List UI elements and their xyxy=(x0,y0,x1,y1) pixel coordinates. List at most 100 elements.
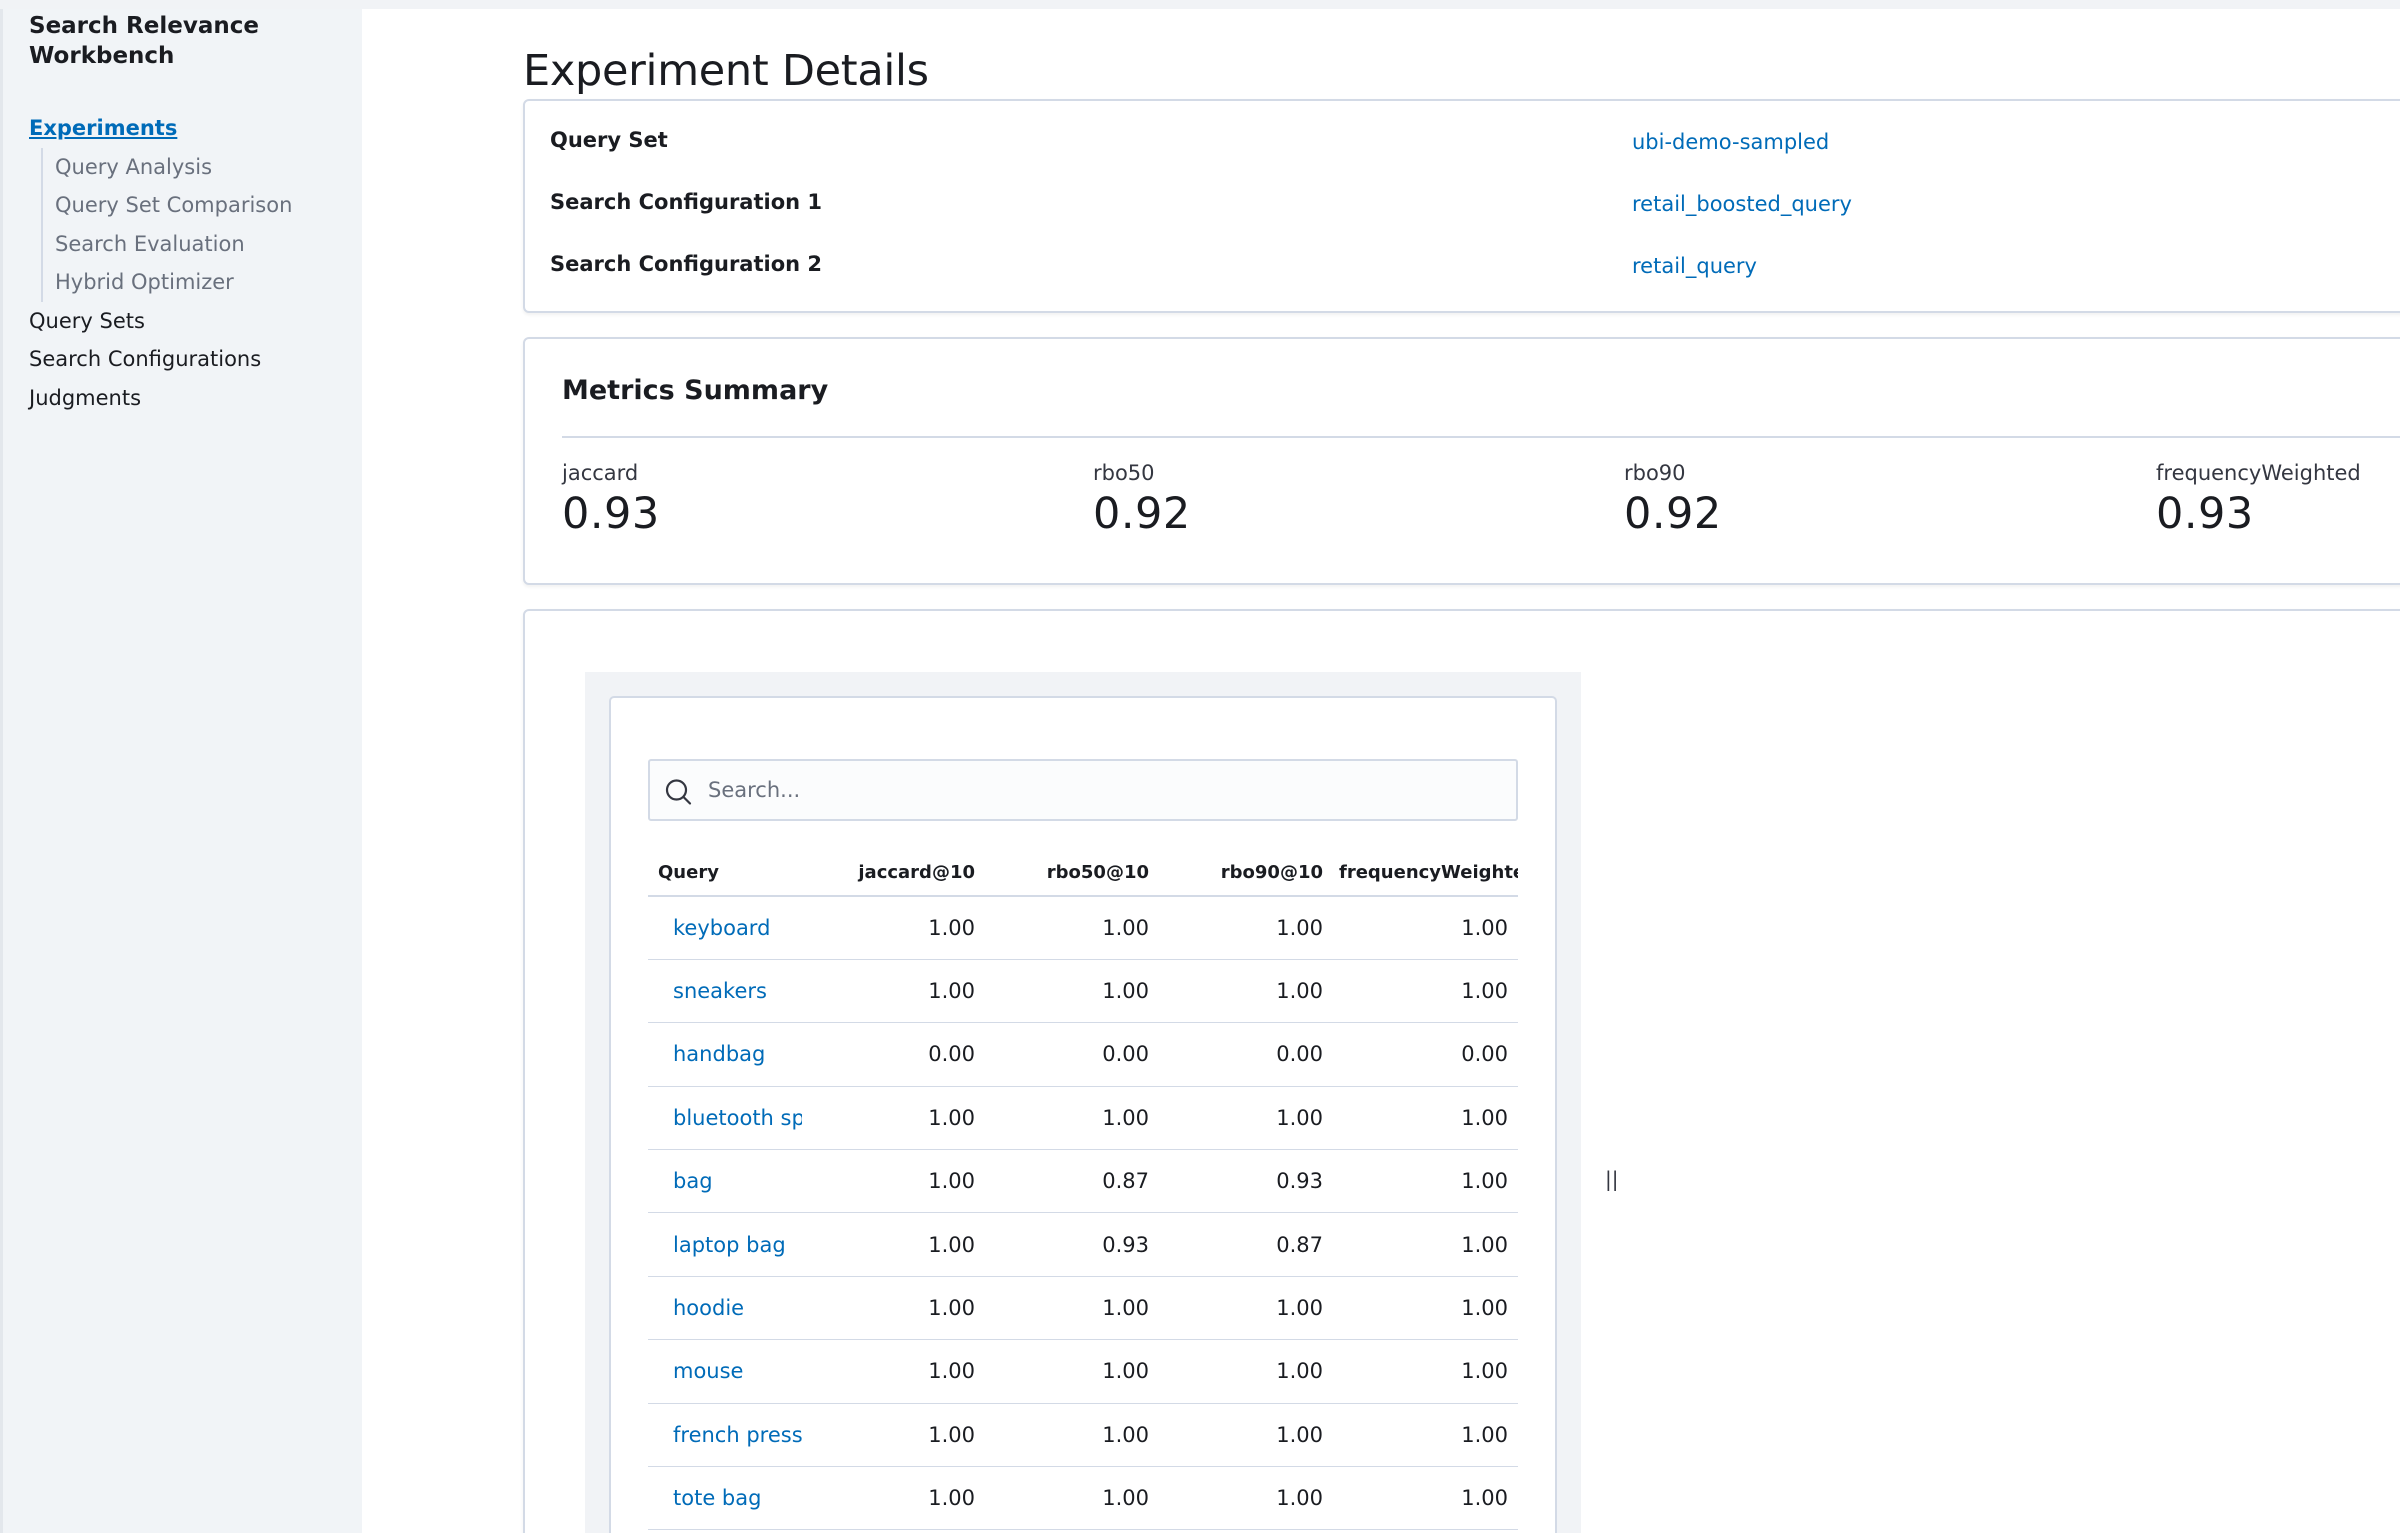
page-title: Experiment Details xyxy=(523,46,929,96)
table-row: tote bag 1.00 1.00 1.00 1.00 xyxy=(648,1466,1518,1531)
column-header-frequency-weighted[interactable]: frequencyWeighted@10 xyxy=(1333,850,1518,897)
table-card: Query jaccard@10 rbo50@10 rbo90@10 frequ… xyxy=(609,696,1557,1533)
sidebar-item-query-analysis[interactable]: Query Analysis xyxy=(55,148,292,187)
table-row: laptop bag 1.00 0.93 0.87 1.00 xyxy=(648,1212,1518,1277)
sidebar-item-search-configurations[interactable]: Search Configurations xyxy=(29,340,292,379)
resize-handle-icon[interactable]: || xyxy=(1605,1167,1618,1191)
sidebar-item-experiments[interactable]: Experiments xyxy=(29,109,292,148)
cell-jaccard: 1.00 xyxy=(802,1339,985,1404)
cell-rbo90: 1.00 xyxy=(1159,896,1333,960)
cell-jaccard: 1.00 xyxy=(802,1466,985,1531)
query-link[interactable]: hoodie xyxy=(648,1276,802,1341)
cell-rbo90: 0.87 xyxy=(1159,1212,1333,1277)
search-icon xyxy=(665,779,692,805)
metric-value: 0.92 xyxy=(1624,489,1722,539)
experiment-details-panel: Query Set ubi-demo-sampled Search Config… xyxy=(523,99,2400,313)
app-title: Search Relevance Workbench xyxy=(29,13,259,69)
cell-rbo90: 1.00 xyxy=(1159,1276,1333,1341)
query-results-panel: Query jaccard@10 rbo50@10 rbo90@10 frequ… xyxy=(523,609,2400,1533)
query-link[interactable]: handbag xyxy=(648,1022,802,1087)
table-row: sneakers 1.00 1.00 1.00 1.00 xyxy=(648,959,1518,1024)
cell-rbo90: 1.00 xyxy=(1159,959,1333,1024)
table-row: keyboard 1.00 1.00 1.00 1.00 xyxy=(648,896,1518,960)
detail-link-search-config-2[interactable]: retail_query xyxy=(1632,254,1757,278)
metric-label: jaccard xyxy=(562,461,639,485)
query-link[interactable]: laptop bag xyxy=(648,1212,802,1277)
metric-value: 0.92 xyxy=(1093,489,1191,539)
cell-jaccard: 1.00 xyxy=(802,959,985,1024)
search-input[interactable] xyxy=(708,761,1508,819)
query-link[interactable]: bag xyxy=(648,1149,802,1214)
table-row: hoodie 1.00 1.00 1.00 1.00 xyxy=(648,1276,1518,1341)
sidebar-item-query-set-comparison[interactable]: Query Set Comparison xyxy=(55,186,292,225)
query-link[interactable]: mouse xyxy=(648,1339,802,1404)
detail-label-query-set: Query Set xyxy=(550,128,668,152)
cell-frequency-weighted: 1.00 xyxy=(1333,1149,1518,1214)
cell-rbo50: 1.00 xyxy=(985,1086,1159,1151)
cell-frequency-weighted: 1.00 xyxy=(1333,1086,1518,1151)
cell-rbo90: 1.00 xyxy=(1159,1086,1333,1151)
query-results-table: Query jaccard@10 rbo50@10 rbo90@10 frequ… xyxy=(648,850,1518,1531)
cell-rbo50: 1.00 xyxy=(985,1339,1159,1404)
table-frame: Query jaccard@10 rbo50@10 rbo90@10 frequ… xyxy=(585,672,1581,1533)
cell-jaccard: 1.00 xyxy=(802,1212,985,1277)
search-box[interactable] xyxy=(648,759,1518,821)
metric-rbo90: rbo90 0.92 xyxy=(1624,461,1722,539)
metrics-summary-title: Metrics Summary xyxy=(562,375,829,406)
detail-link-search-config-1[interactable]: retail_boosted_query xyxy=(1632,192,1852,216)
sidebar-item-search-evaluation[interactable]: Search Evaluation xyxy=(55,225,292,264)
metric-label: frequencyWeighted xyxy=(2156,461,2361,485)
cell-rbo50: 0.00 xyxy=(985,1022,1159,1087)
cell-rbo90: 0.93 xyxy=(1159,1149,1333,1214)
detail-label-search-config-2: Search Configuration 2 xyxy=(550,252,823,276)
table-row: mouse 1.00 1.00 1.00 1.00 xyxy=(648,1339,1518,1404)
cell-rbo50: 1.00 xyxy=(985,1403,1159,1468)
cell-rbo90: 1.00 xyxy=(1159,1403,1333,1468)
detail-link-query-set[interactable]: ubi-demo-sampled xyxy=(1632,130,1829,154)
cell-rbo90: 1.00 xyxy=(1159,1339,1333,1404)
query-link[interactable]: keyboard xyxy=(648,896,802,960)
cell-frequency-weighted: 1.00 xyxy=(1333,1212,1518,1277)
metric-jaccard: jaccard 0.93 xyxy=(562,461,660,539)
table-row: bag 1.00 0.87 0.93 1.00 xyxy=(648,1149,1518,1214)
cell-frequency-weighted: 1.00 xyxy=(1333,1339,1518,1404)
divider xyxy=(562,436,2400,438)
cell-frequency-weighted: 1.00 xyxy=(1333,1403,1518,1468)
table-header-row: Query jaccard@10 rbo50@10 rbo90@10 frequ… xyxy=(648,850,1518,897)
cell-rbo50: 0.93 xyxy=(985,1212,1159,1277)
query-link[interactable]: bluetooth speaker xyxy=(648,1086,802,1151)
query-link[interactable]: tote bag xyxy=(648,1466,802,1531)
cell-jaccard: 1.00 xyxy=(802,1276,985,1341)
cell-rbo90: 1.00 xyxy=(1159,1466,1333,1531)
metric-frequency-weighted: frequencyWeighted 0.93 xyxy=(2156,461,2361,539)
cell-frequency-weighted: 1.00 xyxy=(1333,1276,1518,1341)
metric-label: rbo90 xyxy=(1624,461,1686,485)
table-row: bluetooth speaker1.001.001.001.00 xyxy=(648,1086,1518,1151)
metric-rbo50: rbo50 0.92 xyxy=(1093,461,1191,539)
cell-frequency-weighted: 0.00 xyxy=(1333,1022,1518,1087)
column-header-rbo90[interactable]: rbo90@10 xyxy=(1159,850,1333,897)
cell-frequency-weighted: 1.00 xyxy=(1333,1466,1518,1531)
metric-value: 0.93 xyxy=(2156,489,2254,539)
cell-frequency-weighted: 1.00 xyxy=(1333,896,1518,960)
cell-frequency-weighted: 1.00 xyxy=(1333,959,1518,1024)
column-header-jaccard[interactable]: jaccard@10 xyxy=(802,850,985,897)
column-header-rbo50[interactable]: rbo50@10 xyxy=(985,850,1159,897)
metrics-summary-panel: Metrics Summary jaccard 0.93 rbo50 0.92 … xyxy=(523,337,2400,585)
cell-rbo50: 1.00 xyxy=(985,1276,1159,1341)
cell-jaccard: 1.00 xyxy=(802,1086,985,1151)
cell-rbo50: 1.00 xyxy=(985,1466,1159,1531)
sidebar-item-query-sets[interactable]: Query Sets xyxy=(29,302,292,341)
sidebar-item-hybrid-optimizer[interactable]: Hybrid Optimizer xyxy=(55,263,292,302)
sidebar-nav: Experiments Query Analysis Query Set Com… xyxy=(29,109,292,417)
cell-rbo50: 1.00 xyxy=(985,959,1159,1024)
cell-jaccard: 1.00 xyxy=(802,1403,985,1468)
query-link[interactable]: french press xyxy=(648,1403,802,1468)
top-strip xyxy=(0,0,2400,9)
sidebar-item-judgments[interactable]: Judgments xyxy=(29,379,292,418)
query-link[interactable]: sneakers xyxy=(648,959,802,1024)
metric-label: rbo50 xyxy=(1093,461,1155,485)
table-row: french press 1.00 1.00 1.00 1.00 xyxy=(648,1403,1518,1468)
cell-jaccard: 0.00 xyxy=(802,1022,985,1087)
column-header-query[interactable]: Query xyxy=(648,850,802,897)
